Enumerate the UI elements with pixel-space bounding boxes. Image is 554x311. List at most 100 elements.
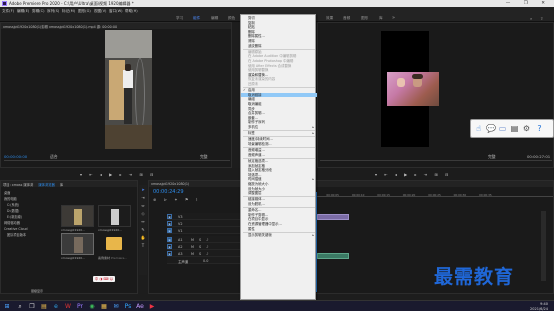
playhead[interactable] <box>316 192 317 292</box>
hand-tool-icon[interactable]: ✋ <box>141 235 146 240</box>
tab-effects[interactable]: 效果 <box>326 16 333 21</box>
tab-graphics[interactable]: 图形 <box>361 16 368 21</box>
clip-thumbnail[interactable] <box>61 233 94 255</box>
explorer-icon[interactable]: ▤ <box>40 303 48 311</box>
tab-learn[interactable]: 学习 <box>176 16 183 21</box>
menu-view[interactable]: 视图(V) <box>94 9 106 14</box>
help-icon[interactable]: ? <box>535 124 544 134</box>
track-mute-solo[interactable]: M S ♪ <box>191 238 210 242</box>
slip-tool-icon[interactable]: ↔ <box>141 219 146 224</box>
source-wall-panel <box>109 60 125 120</box>
source-scrub-bar[interactable] <box>4 160 230 161</box>
edge-icon[interactable]: e <box>52 303 60 311</box>
menu-sequence[interactable]: 序列(S) <box>47 9 59 14</box>
tab-libraries-panel[interactable]: 库 <box>60 183 63 187</box>
maximize-icon[interactable]: ❐ <box>524 1 534 6</box>
context-menu-item[interactable]: 波纹删除 <box>241 44 317 49</box>
search-icon[interactable]: ⌕ <box>530 16 532 21</box>
track-lock-icon[interactable]: ▣ <box>167 228 172 233</box>
track-lock-icon[interactable]: ▣ <box>167 244 172 249</box>
timeline-tab[interactable]: xmossjpt1920x1080(1) <box>149 181 553 187</box>
screen-icon[interactable]: ▭ <box>498 124 507 134</box>
pointer-icon[interactable]: ☝ <box>474 124 483 134</box>
menu-window[interactable]: 窗口(W) <box>109 9 123 14</box>
folder-icon[interactable] <box>106 237 122 250</box>
track-mute-solo[interactable]: M S ♪ <box>191 252 210 256</box>
track-lock-icon[interactable]: ▣ <box>167 214 172 219</box>
source-transport-controls[interactable]: ▾ ⇤ ◂ ▶ ▸ ⇥ ⊞ ⊟ <box>80 172 156 177</box>
windows-icon[interactable]: ⊞ <box>3 303 11 311</box>
tab-project[interactable]: 项目: xmoss 媒体浏 <box>3 183 33 187</box>
tab-media-browser[interactable]: 媒体浏览器 <box>38 183 54 187</box>
context-menu-item[interactable]: 标签 ▸ <box>241 131 317 136</box>
video-clip[interactable] <box>317 214 349 220</box>
context-menu-item[interactable]: 显示剪辑关键帧 ▸ <box>241 233 317 238</box>
tab-libraries[interactable]: 库 <box>379 16 383 21</box>
track-lock-icon[interactable]: ▣ <box>167 237 172 242</box>
wps-icon[interactable]: W <box>64 303 72 311</box>
track-label: A2 <box>178 244 183 249</box>
tab-color[interactable]: 颜色 <box>228 16 235 21</box>
folder-open-icon[interactable]: ▤ <box>510 124 519 134</box>
taskview-icon[interactable]: ❐ <box>28 303 36 311</box>
tree-item[interactable]: 团队项目版本 <box>4 232 54 238</box>
close-icon[interactable]: ✕ <box>541 1 551 6</box>
context-menu-item[interactable]: 音频声道... <box>241 153 317 158</box>
program-scrub-bar[interactable] <box>320 160 552 161</box>
menu-help[interactable]: 帮助(H) <box>125 9 138 14</box>
type-tool-icon[interactable]: T <box>141 243 146 248</box>
search-icon[interactable]: ⌕ <box>16 303 24 311</box>
pen-tool-icon[interactable]: ✎ <box>141 227 146 232</box>
system-clock[interactable]: 9:40 2021/6/24 <box>530 302 548 311</box>
track-select-tool-icon[interactable]: ⇥ <box>141 195 146 200</box>
menu-item-label: 制作子序列 <box>248 120 265 125</box>
speech-icon[interactable]: 💬 <box>486 124 496 134</box>
clip-thumbnail[interactable] <box>98 205 131 227</box>
clip-thumbnail-image <box>74 237 83 253</box>
timeline-tool-icons[interactable]: ⊕ ⊳ ✦ ⚑ ⌇ <box>153 197 201 202</box>
menu-item-label: 编组 <box>248 97 255 102</box>
input-method-bar[interactable]: 中 ◑ ⌨ ☺ <box>93 276 115 282</box>
menu-file[interactable]: 文件(F) <box>2 9 14 14</box>
clip-thumbnail[interactable] <box>61 205 94 227</box>
ps-icon[interactable]: Ps <box>124 303 132 311</box>
folder-icon[interactable]: ▦ <box>100 303 108 311</box>
tab-editing[interactable]: 编辑 <box>211 16 218 21</box>
context-menu-item[interactable]: 场景编辑检测... <box>241 142 317 147</box>
track-lock-icon[interactable]: ▣ <box>167 221 172 226</box>
track-lock-icon[interactable]: ▣ <box>167 251 172 256</box>
more-workspaces-icon[interactable]: » <box>392 15 395 21</box>
chrome-icon[interactable]: ◉ <box>88 303 96 311</box>
master-value[interactable]: 0.0 <box>203 259 208 263</box>
timeline-scrollbar[interactable] <box>541 211 546 281</box>
qq-icon[interactable]: ✉ <box>112 303 120 311</box>
menu-graphics[interactable]: 图形(G) <box>78 9 91 14</box>
audio-clip[interactable] <box>317 253 349 259</box>
track-mute-solo[interactable]: M S ♪ <box>191 245 210 249</box>
context-menu-item[interactable]: 调整图层 <box>241 191 317 196</box>
razor-tool-icon[interactable]: ◇ <box>141 211 146 216</box>
timeline-ruler[interactable]: :00 00:00:05 00:00:10 00:00:15 00:00:20 … <box>309 193 553 197</box>
program-transport-controls[interactable]: ▾ ⇤ ◂ ▶ ▸ ⇥ ⊞ ⊟ <box>375 172 451 177</box>
timeline-timecode[interactable]: 00:00:24:29 <box>153 189 184 195</box>
window-controls[interactable]: — ❐ ✕ <box>506 1 551 6</box>
source-timecode-in[interactable]: 00:00:00:00 <box>4 154 27 159</box>
media-icon[interactable]: ▶ <box>148 303 156 311</box>
premiere-icon[interactable]: Pr <box>76 303 84 311</box>
tab-assembly[interactable]: 组件 <box>193 16 200 21</box>
menu-clip[interactable]: 剪辑(C) <box>32 9 45 14</box>
ripple-edit-tool-icon[interactable]: ⇔ <box>141 203 146 208</box>
context-menu-item[interactable]: 属性 <box>241 227 317 232</box>
minimize-icon[interactable]: — <box>506 1 517 6</box>
selection-tool-icon[interactable]: ➤ <box>141 187 146 192</box>
source-monitor-tab[interactable]: xmossjpt1920x1080(1)剪辑 xmossjpt1920x1080… <box>1 23 231 29</box>
settings-icon[interactable]: ⚙ <box>522 124 531 134</box>
share-icon[interactable]: ⇪ <box>540 16 543 21</box>
menu-item-label: 多机位 <box>248 125 259 129</box>
menu-edit[interactable]: 编辑(E) <box>17 9 29 14</box>
context-menu-item[interactable]: 多机位 ▸ <box>241 125 317 130</box>
context-menu-item[interactable]: 设为脱机... <box>241 202 317 207</box>
ae-icon[interactable]: Ae <box>136 303 144 311</box>
menu-marker[interactable]: 标记(M) <box>62 9 75 14</box>
tab-audio[interactable]: 音频 <box>343 16 350 21</box>
